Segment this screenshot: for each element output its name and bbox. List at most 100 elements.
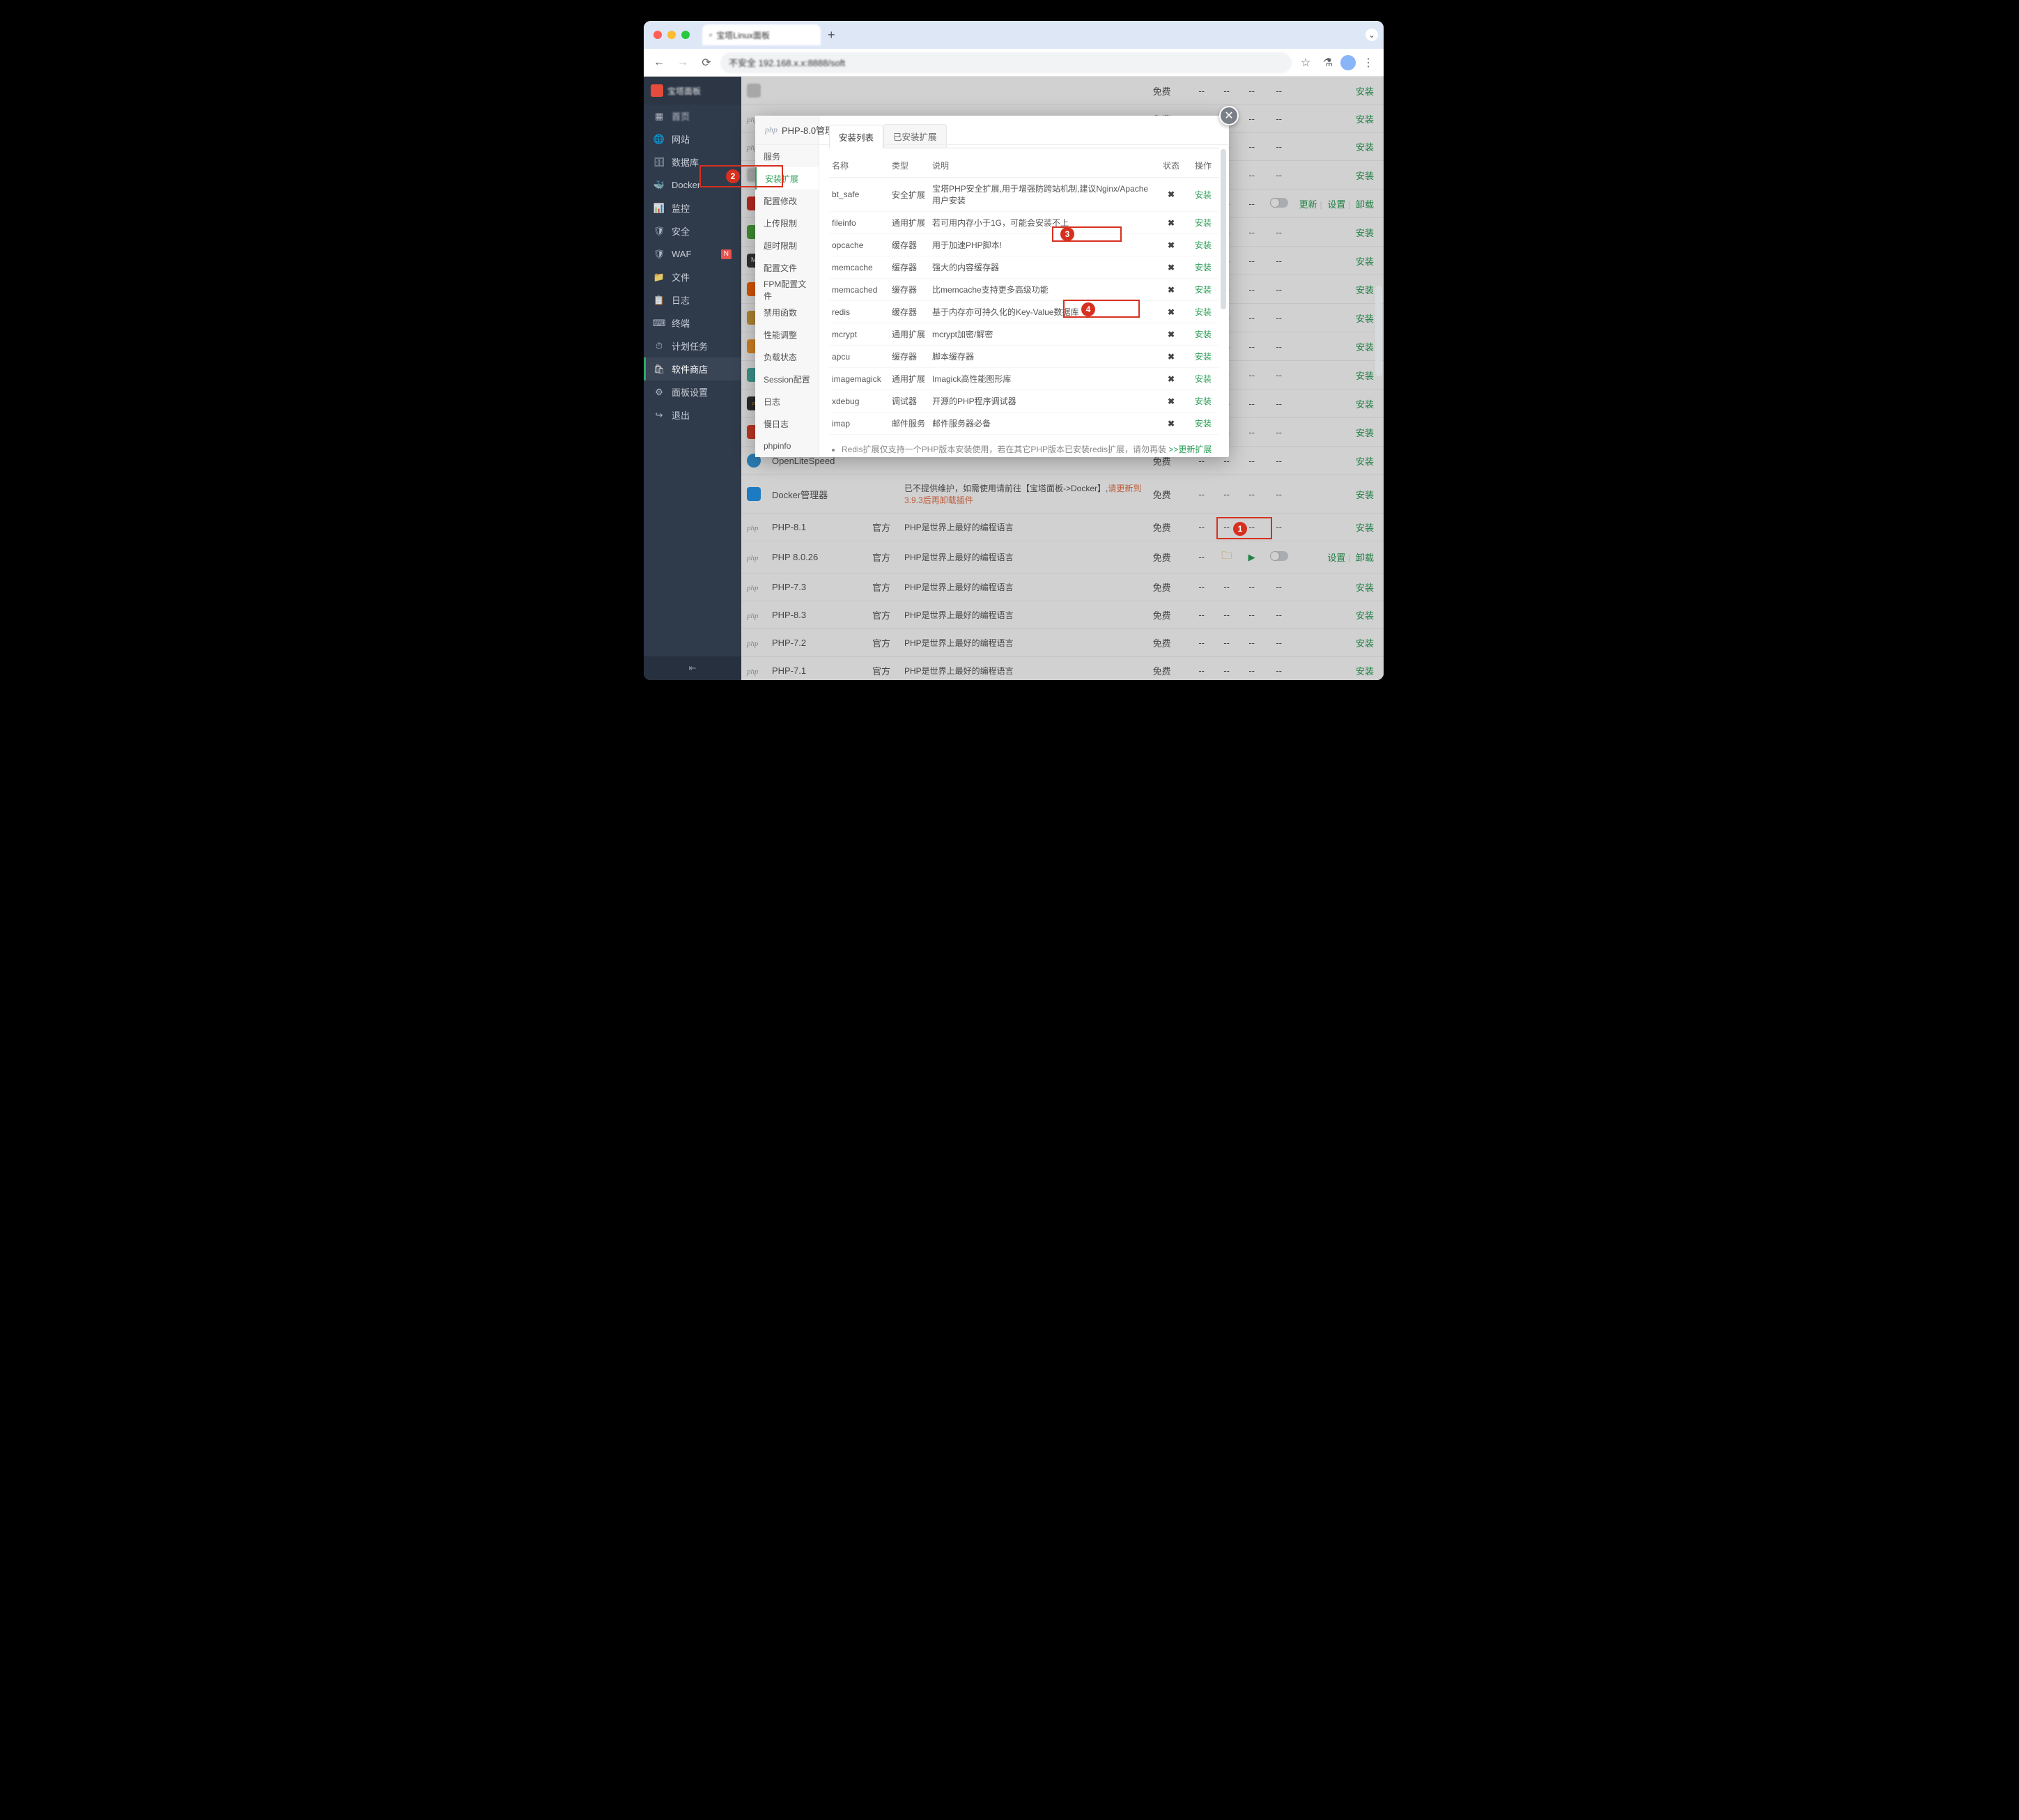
update-link[interactable]: 请更新到3.9.3后再卸载插件 bbox=[904, 484, 1141, 505]
install-button[interactable]: 安装 bbox=[1356, 610, 1374, 621]
app-actions: 安装 bbox=[1294, 304, 1384, 332]
extra-toggle: -- bbox=[1264, 514, 1294, 541]
sidebar-item-6[interactable]: 🛡WAFN bbox=[644, 242, 741, 265]
modal-close-button[interactable]: ✕ bbox=[1219, 106, 1239, 125]
tab-overflow-button[interactable]: ⌄ bbox=[1366, 29, 1378, 41]
folder-icon[interactable]: 🗀 bbox=[1221, 550, 1232, 562]
ext-install-button[interactable]: 安装 bbox=[1195, 190, 1212, 200]
sidebar-item-12[interactable]: ⚙面板设置 bbox=[644, 380, 741, 403]
forward-button[interactable]: → bbox=[673, 53, 693, 72]
modal-side-item[interactable]: 超时限制 bbox=[755, 234, 819, 256]
modal-side-item[interactable]: 禁用函数 bbox=[755, 301, 819, 323]
action-卸载[interactable]: 卸载 bbox=[1356, 199, 1374, 210]
action-设置[interactable]: 设置 bbox=[1327, 553, 1345, 563]
toggle-switch[interactable] bbox=[1270, 551, 1288, 561]
install-button[interactable]: 安装 bbox=[1356, 285, 1374, 295]
menu-icon[interactable]: ⋮ bbox=[1359, 53, 1378, 72]
ext-install-button[interactable]: 安装 bbox=[1195, 330, 1212, 339]
profile-icon[interactable] bbox=[1340, 55, 1356, 70]
modal-side-item[interactable]: 负载状态 bbox=[755, 346, 819, 368]
modal-side-item[interactable]: 日志 bbox=[755, 390, 819, 412]
ext-type: 缓存器 bbox=[889, 346, 929, 368]
close-window-icon[interactable] bbox=[653, 31, 662, 39]
install-button[interactable]: 安装 bbox=[1356, 86, 1374, 97]
modal-side-item[interactable]: 配置修改 bbox=[755, 190, 819, 212]
app-price: 免费 bbox=[1147, 514, 1189, 541]
modal-side-item[interactable]: 性能调整 bbox=[755, 323, 819, 346]
install-button[interactable]: 安装 bbox=[1356, 114, 1374, 125]
install-button[interactable]: 安装 bbox=[1356, 490, 1374, 500]
modal-side-item[interactable]: 服务 bbox=[755, 145, 819, 167]
install-button[interactable]: 安装 bbox=[1356, 342, 1374, 353]
sidebar-item-5[interactable]: 🛡安全 bbox=[644, 219, 741, 242]
ext-install-button[interactable]: 安装 bbox=[1195, 285, 1212, 295]
play-icon[interactable]: ▶ bbox=[1248, 552, 1255, 562]
modal-side-item[interactable]: 安装扩展 bbox=[755, 167, 819, 190]
sidebar-item-4[interactable]: 📊监控 bbox=[644, 196, 741, 219]
ext-install-button[interactable]: 安装 bbox=[1195, 263, 1212, 272]
minimize-window-icon[interactable] bbox=[667, 31, 676, 39]
app-desc: 已不提供维护，如需使用请前往【宝塔面板->Docker】,请更新到3.9.3后再… bbox=[899, 475, 1147, 514]
extra-folder: -- bbox=[1214, 77, 1239, 105]
extra-play: -- bbox=[1239, 390, 1264, 418]
app-actions: 安装 bbox=[1294, 657, 1384, 681]
sidebar-item-10[interactable]: ⏱计划任务 bbox=[644, 334, 741, 357]
modal-side-item[interactable]: phpinfo bbox=[755, 435, 819, 457]
ext-install-button[interactable]: 安装 bbox=[1195, 374, 1212, 384]
sidebar-collapse-button[interactable]: ⇤ bbox=[644, 656, 741, 680]
action-卸载[interactable]: 卸载 bbox=[1356, 553, 1374, 563]
extra-folder: -- bbox=[1214, 573, 1239, 601]
ext-install-button[interactable]: 安装 bbox=[1195, 240, 1212, 250]
browser-tab[interactable]: ▫ 宝塔Linux面板 bbox=[702, 24, 821, 45]
modal-side-item[interactable]: 慢日志 bbox=[755, 412, 819, 435]
app-actions: 安装 bbox=[1294, 275, 1384, 304]
install-button[interactable]: 安装 bbox=[1356, 638, 1374, 649]
sidebar-item-0[interactable]: ▦首页 bbox=[644, 105, 741, 128]
modal-side-item[interactable]: 配置文件 bbox=[755, 256, 819, 279]
sidebar-item-13[interactable]: ↪退出 bbox=[644, 403, 741, 426]
ext-install-button[interactable]: 安装 bbox=[1195, 307, 1212, 317]
ext-op: 安装 bbox=[1187, 368, 1219, 390]
sidebar-item-1[interactable]: 🌐网站 bbox=[644, 128, 741, 151]
sidebar-item-11[interactable]: 🛍软件商店 bbox=[644, 357, 741, 380]
modal-tab[interactable]: 安装列表 bbox=[829, 125, 883, 148]
install-button[interactable]: 安装 bbox=[1356, 256, 1374, 267]
toggle-switch[interactable] bbox=[1270, 198, 1288, 208]
window-controls bbox=[653, 31, 690, 39]
sidebar-item-8[interactable]: 📋日志 bbox=[644, 288, 741, 311]
new-tab-button[interactable]: + bbox=[828, 28, 835, 43]
star-icon[interactable]: ☆ bbox=[1296, 53, 1315, 72]
ext-op: 安装 bbox=[1187, 256, 1219, 279]
ext-install-button[interactable]: 安装 bbox=[1195, 396, 1212, 406]
sidebar-item-2[interactable]: 🗄数据库 bbox=[644, 151, 741, 173]
install-button[interactable]: 安装 bbox=[1356, 523, 1374, 533]
ext-install-button[interactable]: 安装 bbox=[1195, 419, 1212, 429]
action-更新[interactable]: 更新 bbox=[1299, 199, 1317, 210]
install-button[interactable]: 安装 bbox=[1356, 666, 1374, 677]
address-bar[interactable]: 不安全 192.168.x.x:8888/soft bbox=[720, 52, 1292, 73]
action-设置[interactable]: 设置 bbox=[1327, 199, 1345, 210]
modal-side-item[interactable]: Session配置 bbox=[755, 368, 819, 390]
labs-icon[interactable]: ⚗ bbox=[1318, 53, 1338, 72]
sidebar-item-9[interactable]: ⌨终端 bbox=[644, 311, 741, 334]
install-button[interactable]: 安装 bbox=[1356, 456, 1374, 467]
reload-button[interactable]: ⟳ bbox=[697, 53, 716, 72]
vertical-scrollbar[interactable] bbox=[1375, 286, 1382, 376]
modal-side-item[interactable]: FPM配置文件 bbox=[755, 279, 819, 301]
maximize-window-icon[interactable] bbox=[681, 31, 690, 39]
install-button[interactable]: 安装 bbox=[1356, 314, 1374, 324]
back-button[interactable]: ← bbox=[649, 53, 669, 72]
ext-install-button[interactable]: 安装 bbox=[1195, 218, 1212, 228]
install-button[interactable]: 安装 bbox=[1356, 142, 1374, 153]
install-button[interactable]: 安装 bbox=[1356, 399, 1374, 410]
install-button[interactable]: 安装 bbox=[1356, 171, 1374, 181]
modal-side-item[interactable]: 上传限制 bbox=[755, 212, 819, 234]
install-button[interactable]: 安装 bbox=[1356, 228, 1374, 238]
install-button[interactable]: 安装 bbox=[1356, 583, 1374, 593]
install-button[interactable]: 安装 bbox=[1356, 428, 1374, 438]
x-icon: ✖ bbox=[1168, 307, 1175, 317]
install-button[interactable]: 安装 bbox=[1356, 371, 1374, 381]
sidebar-item-7[interactable]: 📁文件 bbox=[644, 265, 741, 288]
modal-scrollbar[interactable] bbox=[1221, 149, 1226, 309]
ext-install-button[interactable]: 安装 bbox=[1195, 352, 1212, 362]
